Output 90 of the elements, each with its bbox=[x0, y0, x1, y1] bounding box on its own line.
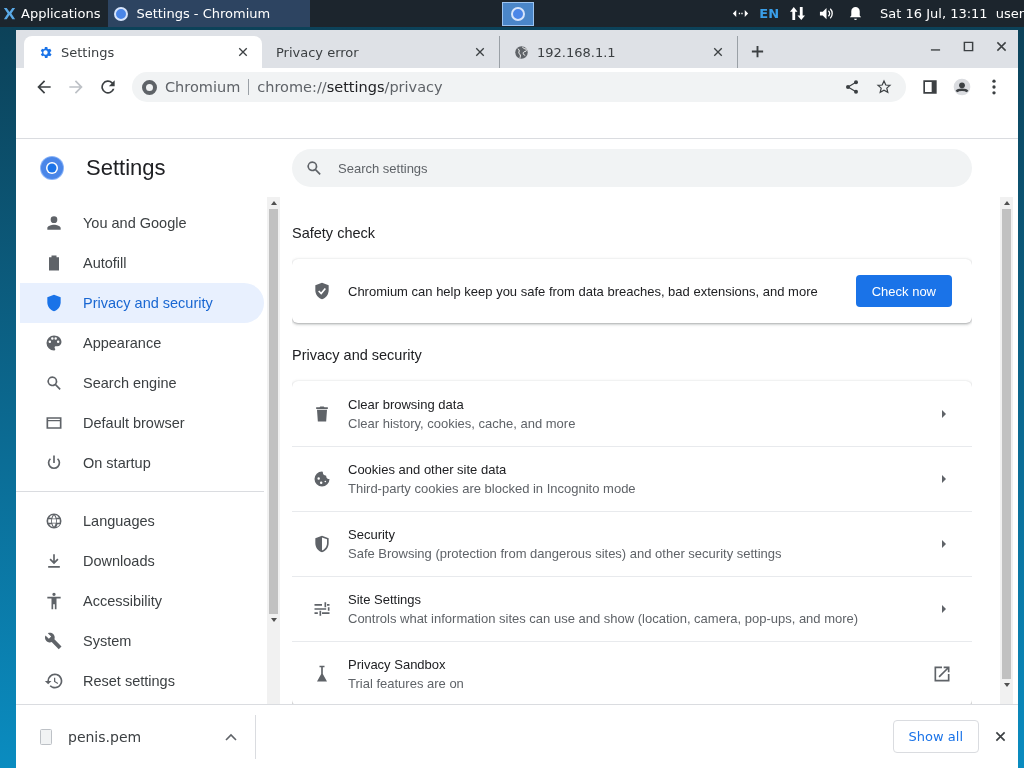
sidebar-item[interactable]: Languages bbox=[20, 501, 264, 541]
row-subtitle: Trial features are on bbox=[348, 676, 465, 691]
nav-icon bbox=[44, 671, 64, 691]
gear-icon bbox=[38, 44, 53, 60]
scroll-up-icon[interactable] bbox=[269, 200, 278, 206]
sidebar-item[interactable]: Autofill bbox=[20, 243, 264, 283]
nav-icon bbox=[44, 511, 64, 531]
share-icon[interactable] bbox=[844, 79, 860, 95]
row-title: Clear browsing data bbox=[348, 396, 465, 412]
settings-row[interactable]: Security Safe Browsing (protection from dangerous sites) and other security settings bbox=[292, 511, 972, 576]
nav-icon bbox=[44, 293, 64, 313]
arrow-icon bbox=[940, 408, 948, 419]
file-icon bbox=[40, 728, 52, 745]
user-name[interactable]: user bbox=[995, 6, 1024, 21]
volume-icon[interactable] bbox=[818, 6, 836, 21]
settings-row[interactable]: Site Settings Controls what information sites can use and show (location, camera, pop-ups, and more) bbox=[292, 576, 972, 641]
chevron-up-icon[interactable] bbox=[225, 732, 237, 741]
sidebar-item[interactable]: You and Google bbox=[20, 203, 264, 243]
row-title: Cookies and other site data bbox=[348, 462, 508, 477]
check-now-button[interactable]: Check now bbox=[855, 275, 952, 307]
chromium-icon bbox=[511, 6, 526, 21]
nav-icon bbox=[44, 591, 64, 611]
maximize-icon[interactable] bbox=[963, 41, 974, 52]
sidebar-item[interactable]: Privacy and security bbox=[20, 283, 264, 323]
logo-icon[interactable] bbox=[2, 6, 17, 21]
browser-tab[interactable]: Settings bbox=[24, 36, 262, 68]
settings-title: Settings bbox=[86, 155, 166, 181]
safety-check-text: Chromium can help keep you safe from data breaches, bad extensions, and more bbox=[348, 283, 819, 299]
sidebar-item[interactable]: System bbox=[20, 621, 264, 661]
browser-tab[interactable]: 192.168.1.1 bbox=[500, 36, 738, 68]
arrow-icon bbox=[940, 539, 948, 549]
settings-row[interactable]: Cookies and other site data Third-party cookies are blocked in Incognito mode bbox=[292, 446, 972, 511]
close-icon[interactable] bbox=[713, 47, 723, 57]
sidebar-item[interactable]: Appearance bbox=[20, 323, 264, 363]
scroll-up-icon[interactable] bbox=[1002, 200, 1011, 206]
nav-icon bbox=[44, 333, 64, 353]
row-title: Privacy Sandbox bbox=[348, 657, 447, 672]
scroll-down-icon[interactable] bbox=[1002, 682, 1011, 688]
close-icon[interactable] bbox=[238, 47, 248, 57]
row-subtitle: Controls what information sites can use and show (location, camera, pop-ups, and more) bbox=[348, 611, 860, 626]
applications-menu[interactable]: Applications bbox=[21, 6, 101, 21]
row-icon bbox=[312, 599, 332, 619]
browser-tab[interactable]: Privacy error bbox=[262, 36, 500, 68]
external-link-icon bbox=[932, 664, 952, 684]
row-subtitle: Safe Browsing (protection from dangerous sites) and other security settings bbox=[348, 546, 783, 561]
taskbar-window-button[interactable]: Settings - Chromium bbox=[108, 0, 311, 27]
row-title: Security bbox=[348, 527, 396, 542]
row-icon bbox=[312, 534, 332, 554]
close-icon[interactable] bbox=[995, 731, 1006, 742]
section-heading: Privacy and security bbox=[292, 346, 423, 365]
search-field[interactable]: Search settings bbox=[292, 149, 972, 187]
address-bar[interactable]: Chromium chrome://settings/privacy bbox=[132, 72, 906, 102]
close-icon[interactable] bbox=[996, 41, 1007, 52]
settings-row[interactable]: Privacy Sandbox Trial features are on bbox=[292, 641, 972, 704]
close-icon[interactable] bbox=[475, 47, 485, 57]
row-subtitle: Clear history, cookies, cache, and more bbox=[348, 415, 577, 431]
sidebar-item[interactable]: Accessibility bbox=[20, 581, 264, 621]
show-all-button[interactable]: Show all bbox=[892, 720, 979, 753]
chromium-logo-icon bbox=[40, 156, 64, 180]
transfer-icon[interactable] bbox=[789, 6, 807, 21]
nav-icon bbox=[44, 631, 64, 651]
row-title: Site Settings bbox=[348, 592, 422, 607]
scroll-down-icon[interactable] bbox=[269, 617, 278, 623]
row-icon bbox=[312, 469, 332, 489]
workspace-button[interactable] bbox=[502, 1, 535, 26]
sidebar-item[interactable]: Search engine bbox=[20, 363, 264, 403]
scrollbar[interactable] bbox=[267, 197, 280, 704]
sidebar-item[interactable]: Downloads bbox=[20, 541, 264, 581]
shield-check-icon bbox=[312, 281, 332, 301]
sidebar-item[interactable]: Default browser bbox=[20, 403, 264, 443]
arrow-icon bbox=[940, 474, 948, 484]
scrollbar[interactable] bbox=[1000, 197, 1013, 704]
nav-icon bbox=[44, 213, 64, 233]
window-title: Settings - Chromium bbox=[136, 6, 271, 21]
download-item[interactable]: penis.pem bbox=[16, 714, 256, 759]
globe-icon bbox=[514, 44, 529, 60]
star-icon[interactable] bbox=[876, 79, 892, 95]
sidebar-item[interactable]: On startup bbox=[20, 443, 264, 483]
clock[interactable]: Sat 16 Jul, 13:11 bbox=[880, 6, 988, 21]
keyboard-layout[interactable]: EN bbox=[759, 6, 780, 21]
arrow-icon bbox=[940, 604, 948, 614]
search-icon bbox=[304, 158, 324, 178]
nav-icon bbox=[44, 373, 64, 393]
chromium-icon bbox=[142, 79, 157, 95]
new-tab-icon[interactable] bbox=[750, 44, 765, 59]
chromium-icon bbox=[114, 6, 129, 21]
sidebar-item[interactable]: Reset settings bbox=[20, 661, 264, 701]
section-heading: Safety check bbox=[292, 224, 376, 243]
row-subtitle: Third-party cookies are blocked in Incognito mode bbox=[348, 481, 637, 496]
settings-row[interactable]: Clear browsing data Clear history, cookies, cache, and more bbox=[292, 381, 972, 446]
